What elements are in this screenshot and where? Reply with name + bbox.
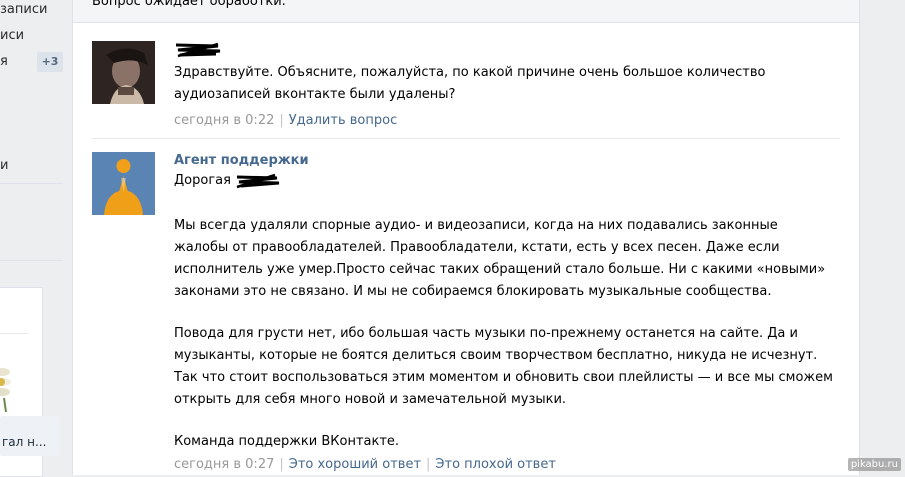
support-agent-avatar[interactable]	[92, 152, 155, 215]
sidebar-divider	[0, 183, 63, 184]
sidebar-divider	[0, 260, 63, 261]
answer-paragraph-1: Мы всегда удаляли спорные аудио- и видео…	[174, 218, 826, 299]
sidebar-item-updates[interactable]: я	[0, 54, 8, 69]
good-answer-link[interactable]: Это хороший ответ	[289, 457, 421, 472]
redaction-scribble-icon	[236, 173, 280, 188]
message-divider	[92, 138, 840, 139]
delete-question-link[interactable]: Удалить вопрос	[289, 113, 397, 128]
question-author-redacted[interactable]	[174, 41, 834, 59]
sidebar-item-records[interactable]: записи	[0, 2, 47, 17]
sidebar-chip[interactable]: гал н...	[0, 416, 60, 456]
user-avatar[interactable]	[92, 41, 155, 104]
left-sidebar: записи иси я +3 и гал н...	[0, 0, 70, 477]
meta-separator: |	[279, 113, 284, 128]
answer-author[interactable]: Агент поддержки	[174, 152, 834, 170]
support-ticket-panel: Вопрос ожидает обработки. Здравствуйте. …	[72, 0, 860, 475]
answer-meta: сегодня в 0:27 | Это хороший ответ | Это пло…	[174, 455, 834, 475]
question-text: Здравствуйте. Объясните, пожалуйста, по …	[174, 65, 766, 102]
redaction-scribble-icon	[175, 42, 221, 57]
question-timestamp: сегодня в 0:22	[174, 113, 275, 128]
answer-signature: Команда поддержки ВКонтакте.	[174, 434, 400, 449]
answer-paragraph-2: Повода для грусти нет, ибо большая часть…	[174, 326, 833, 407]
answer-greeting-line: Дорогая	[174, 170, 834, 192]
question-meta: сегодня в 0:22 | Удалить вопрос	[174, 111, 834, 131]
answer-greeting: Дорогая	[174, 173, 231, 188]
watermark: pikabu.ru	[847, 458, 901, 471]
flower-image	[0, 360, 16, 412]
question-body: Здравствуйте. Объясните, пожалуйста, по …	[174, 41, 834, 131]
widget-divider	[0, 333, 28, 334]
sidebar-chip-label: гал н...	[2, 435, 47, 449]
page-scrollbar[interactable]	[901, 0, 905, 475]
answer-timestamp: сегодня в 0:27	[174, 457, 275, 472]
ticket-status-bar: Вопрос ожидает обработки.	[73, 0, 859, 23]
answer-body: Агент поддержки Дорогая Мы всегда удалял…	[174, 152, 834, 475]
ticket-status-text: Вопрос ожидает обработки.	[92, 0, 286, 9]
meta-separator: |	[279, 457, 284, 472]
bad-answer-link[interactable]: Это плохой ответ	[435, 457, 556, 472]
sidebar-item-misc[interactable]: и	[0, 158, 8, 173]
counter-badge: +3	[37, 52, 63, 72]
sidebar-item-notes[interactable]: иси	[0, 28, 24, 43]
meta-separator: |	[426, 457, 431, 472]
